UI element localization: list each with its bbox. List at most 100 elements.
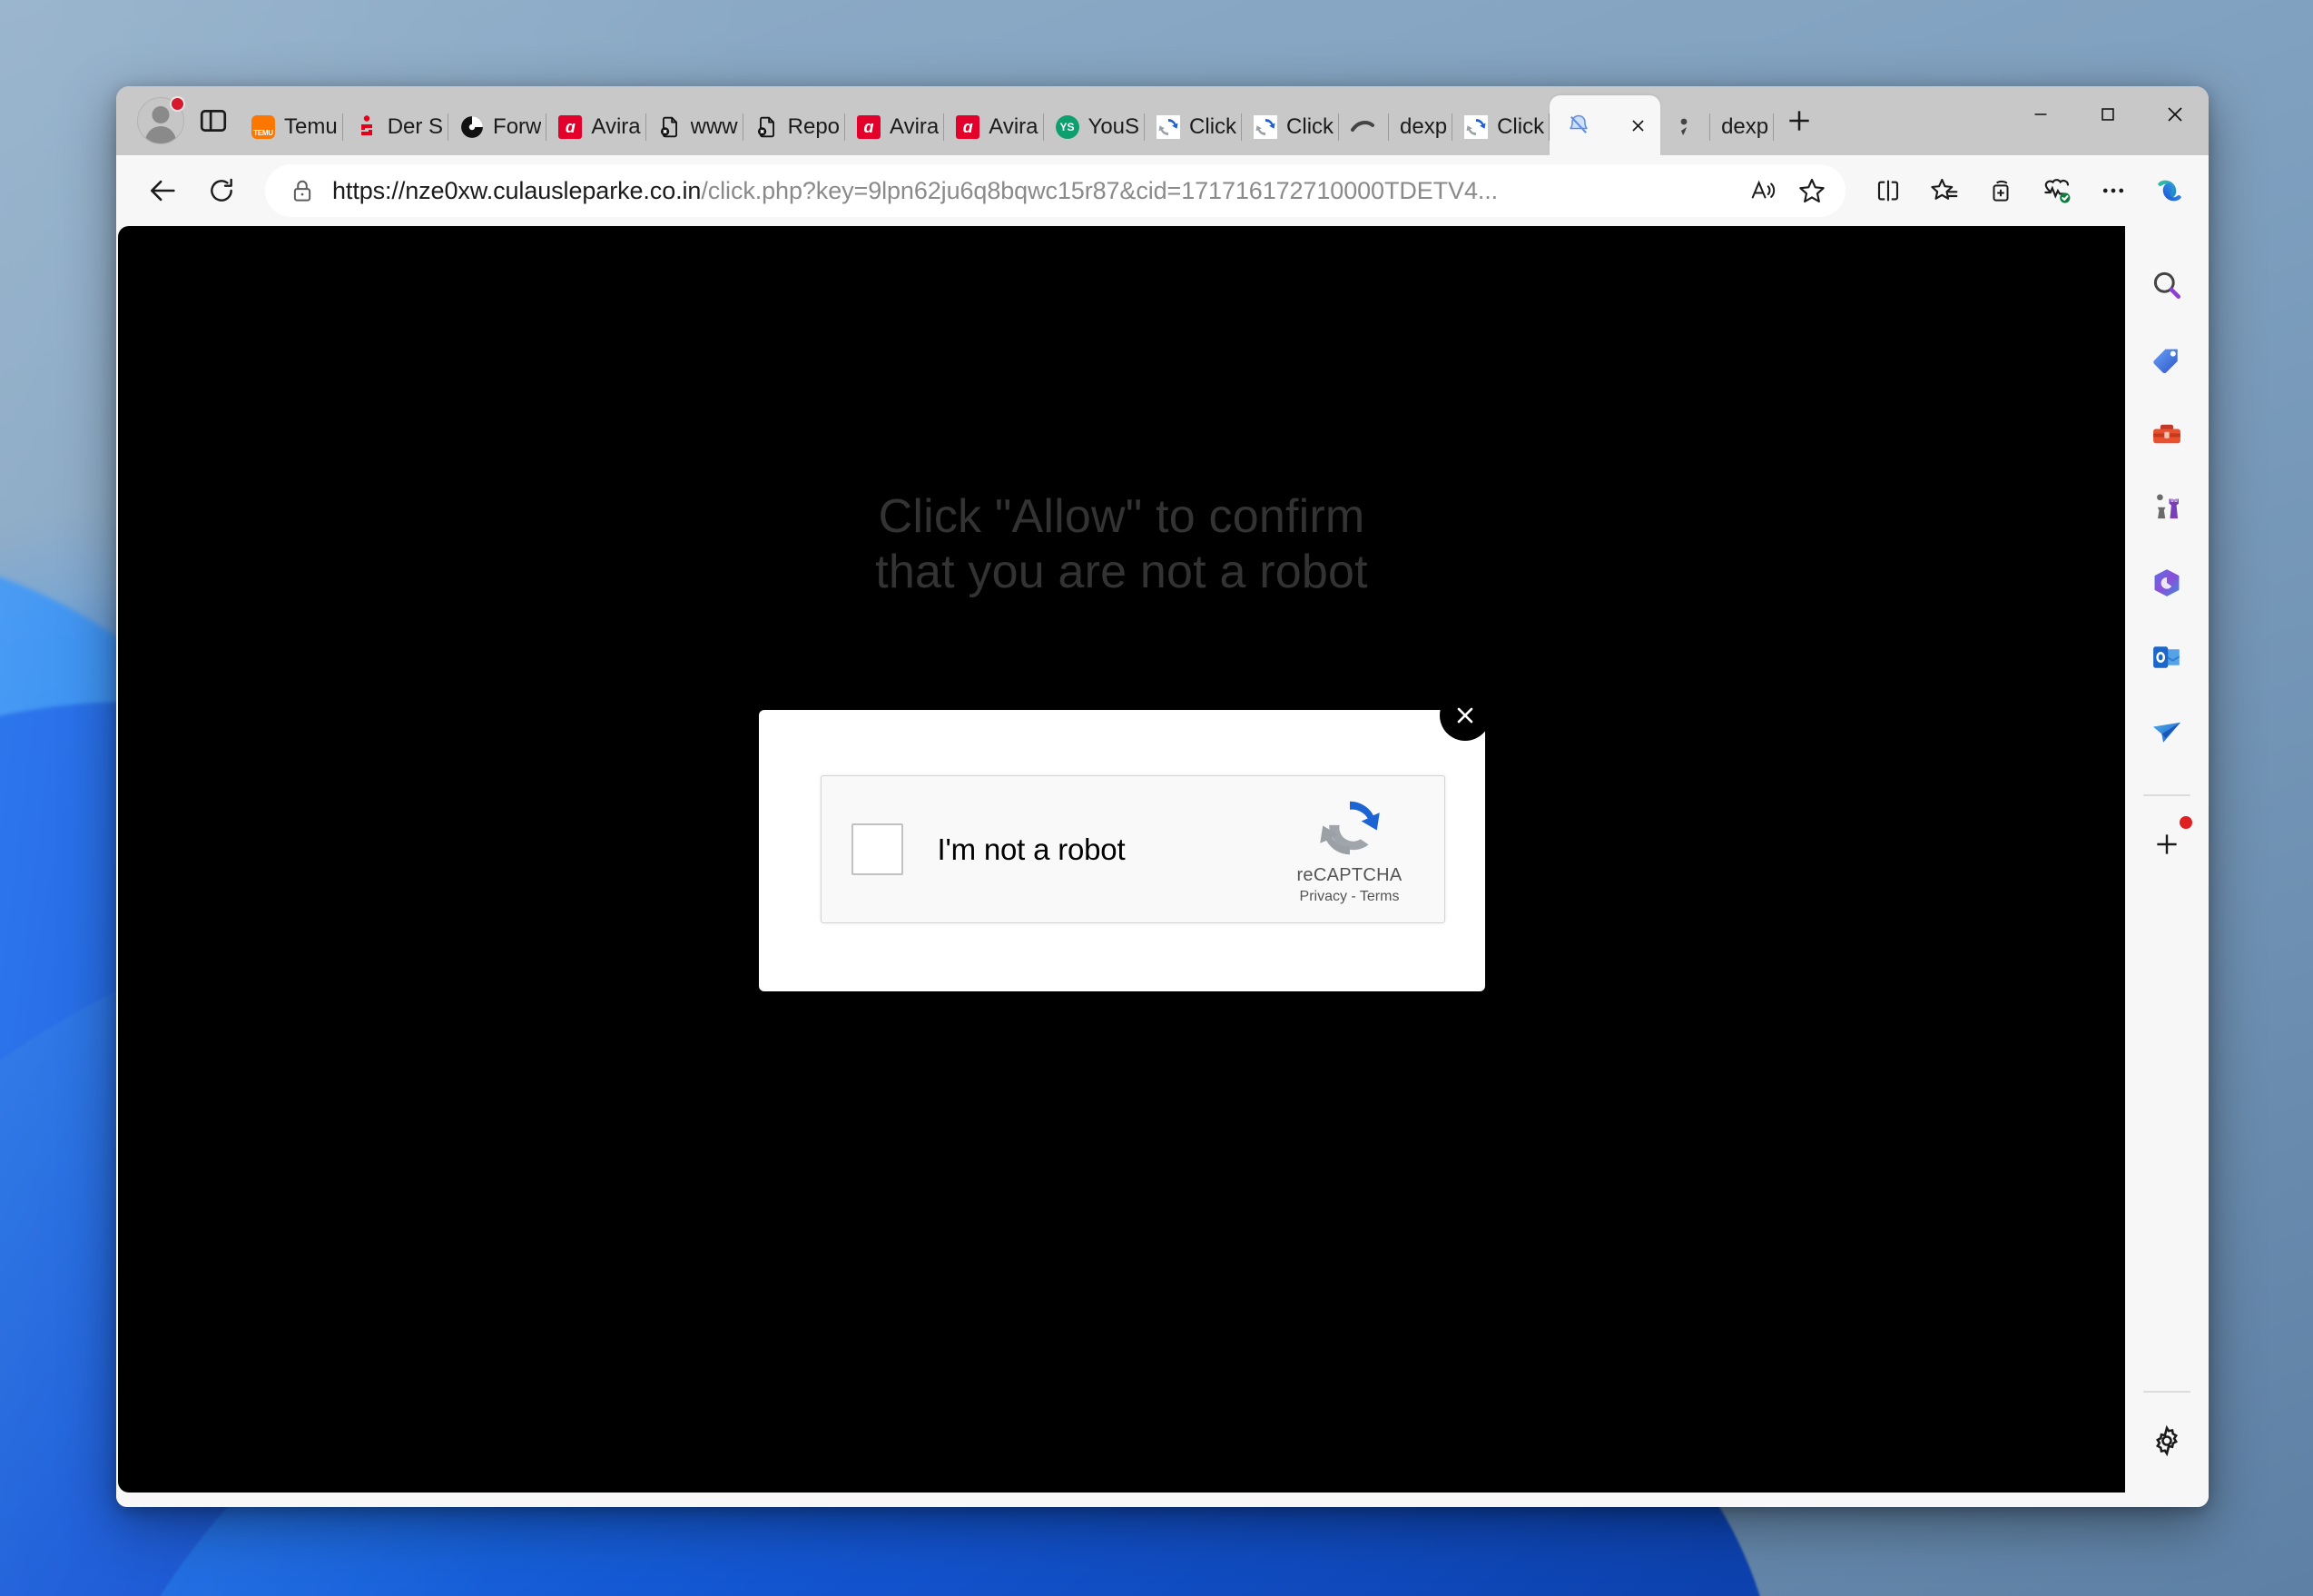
tab-avira-1[interactable]: ɑ Avira [546,99,646,155]
add-favorite-button[interactable] [1787,166,1836,215]
maximize-icon [2101,108,2114,121]
tab-repo[interactable]: Repo [743,99,846,155]
tab-avira-3[interactable]: ɑ Avira [944,99,1044,155]
privacy-link[interactable]: Privacy [1300,889,1347,904]
read-aloud-button[interactable] [1738,166,1787,215]
click-refresh-icon [1253,114,1278,140]
gear-icon [2156,1424,2178,1457]
close-icon [1631,119,1644,132]
tab-temu[interactable]: TEMU Temu [240,99,343,155]
sidebar-item-shopping[interactable] [2139,331,2195,388]
tab-dexp-2[interactable]: dexp [1710,99,1775,155]
sidebar-item-games[interactable] [2139,480,2195,537]
eyebrow-glyph [1351,121,1375,132]
minimize-button[interactable] [2007,86,2074,143]
avira-icon: ɑ [856,114,881,140]
browser-essentials-icon [2044,179,2071,203]
tab-click-2[interactable]: Click [1242,99,1340,155]
temu-icon: TEMU [251,114,276,140]
tab-eyebrow[interactable] [1339,99,1390,155]
sparkasse-icon [354,114,379,140]
ys-green-icon: YS [1055,114,1080,140]
modal-close-button[interactable] [1439,690,1491,741]
sidebar-item-tools[interactable] [2139,406,2195,462]
address-bar[interactable]: https://nze0xw.culausleparke.co.in/click… [265,164,1845,217]
minimize-icon [2034,113,2047,115]
profile-button[interactable] [134,94,187,147]
split-screen-icon [1877,180,1899,202]
arrow-left-icon [150,180,175,202]
tab-label: dexp [1721,114,1769,139]
tab-label: Der S [387,114,444,139]
sidebar-customize-button[interactable] [2139,816,2195,872]
browser-content-area: Click "Allow" to confirm that you are no… [116,226,2209,1507]
terms-link[interactable]: Terms [1360,889,1400,904]
url-text: https://nze0xw.culausleparke.co.in/click… [332,177,1738,205]
maximize-button[interactable] [2074,86,2141,143]
shopping-tag-icon [2153,349,2178,374]
microsoft-365-icon [2154,569,2180,596]
broken-page-glyph [757,116,774,138]
split-screen-button[interactable] [1862,164,1914,217]
search-icon [2153,271,2180,299]
plus-icon [1789,111,1809,131]
broken-page-icon [657,114,683,140]
favorites-star-icon [1931,178,1958,200]
headline-line-2: that you are not a robot [875,545,1368,598]
recaptcha-brand-name: reCAPTCHA [1296,865,1403,885]
click-refresh-icon [1156,114,1181,140]
page-headline: Click "Allow" to confirm that you are no… [118,489,2125,600]
close-window-button[interactable] [2141,86,2209,143]
pie-glyph [461,116,483,138]
headline-line-1: Click "Allow" to confirm [878,490,1365,543]
recaptcha-label: I'm not a robot [937,832,1126,866]
sidebar-item-microsoft-365[interactable] [2139,555,2195,611]
tab-forw[interactable]: Forw [448,99,547,155]
collections-button[interactable] [1974,164,2027,217]
recaptcha-checkbox[interactable] [851,823,903,875]
settings-and-more-button[interactable] [2087,164,2140,217]
tab-yous[interactable]: YS YouS [1044,99,1146,155]
outlook-icon [2153,646,2180,668]
refresh-icon [211,178,232,202]
recaptcha-logo-icon [1319,801,1380,855]
tab-click-3[interactable]: Click [1452,99,1550,155]
paper-plane-icon [2152,722,2181,743]
browser-essentials-button[interactable] [2031,164,2083,217]
copilot-button[interactable] [2143,164,2196,217]
recaptcha-branding: reCAPTCHA Privacy - Terms [1268,793,1432,905]
lock-glyph [293,180,311,202]
back-button[interactable] [136,163,191,218]
sparkasse-s-glyph [360,115,372,135]
new-tab-button[interactable] [1774,95,1825,146]
tab-active-captcha[interactable] [1550,95,1661,155]
tab-label: Temu [284,114,338,139]
favorites-button[interactable] [1918,164,1971,217]
browser-window: TEMU Temu Der S Forw ɑ Avira www Repo ɑ … [116,86,2209,1507]
sidebar-item-outlook[interactable] [2139,629,2195,685]
tab-dexp-1[interactable]: dexp [1389,99,1453,155]
tab-actions-menu-button[interactable] [187,94,240,147]
tab-der-sparkasse[interactable]: Der S [343,99,449,155]
sidebar-settings-button[interactable] [2139,1413,2195,1469]
tab-click-1[interactable]: Click [1145,99,1243,155]
url-host: https://nze0xw.culausleparke.co.in [332,176,702,204]
refresh-button[interactable] [194,163,249,218]
tab-www[interactable]: www [646,99,743,155]
pie-chart-icon [459,114,485,140]
tab-close-button[interactable] [1622,110,1653,141]
tabs-container: TEMU Temu Der S Forw ɑ Avira www Repo ɑ … [240,86,2007,155]
tab-actions-icon [200,110,227,132]
tab-label: YouS [1088,114,1140,139]
tab-label: Click [1286,114,1334,139]
toolbox-icon [2153,424,2180,444]
sidebar-item-drop[interactable] [2139,704,2195,760]
sidebar-item-search[interactable] [2139,257,2195,313]
tab-comma[interactable] [1660,99,1711,155]
navigation-toolbar: https://nze0xw.culausleparke.co.in/click… [116,155,2209,226]
sidebar-notification-dot [2180,816,2192,829]
avatar-body [145,126,176,143]
tab-avira-2[interactable]: ɑ Avira [845,99,945,155]
tab-label: Forw [493,114,542,139]
refresh-arrows-glyph [1466,119,1486,135]
